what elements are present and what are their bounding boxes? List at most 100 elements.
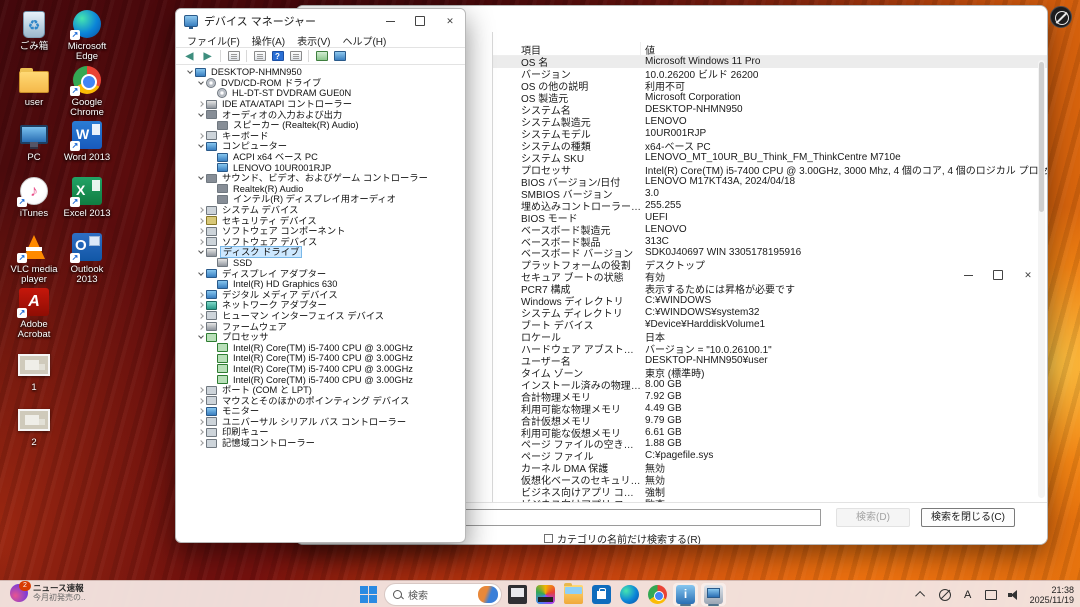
category-search-checkbox[interactable]: カテゴリの名前だけ検索する(R) xyxy=(544,531,701,545)
tree-item[interactable]: ネットワーク アダプター xyxy=(176,300,465,311)
tree-item[interactable]: キーボード xyxy=(176,131,465,142)
devmgr-close-button[interactable] xyxy=(435,9,465,33)
desktop-icon--[interactable]: ごみ箱 xyxy=(6,8,62,52)
tree-expander-icon[interactable] xyxy=(195,399,206,403)
tree-item[interactable]: LENOVO 10UR001RJP xyxy=(176,162,465,173)
devmgr-minimize-button[interactable] xyxy=(375,9,405,33)
tree-expander-icon[interactable] xyxy=(195,314,206,318)
tree-expander-icon[interactable] xyxy=(195,229,206,233)
desktop-icon-word-2013[interactable]: ↗Word 2013 xyxy=(59,119,115,163)
tree-item[interactable]: サウンド、ビデオ、およびゲーム コントローラー xyxy=(176,173,465,184)
tree-item[interactable]: Intel(R) Core(TM) i5-7400 CPU @ 3.00GHz xyxy=(176,353,465,364)
tree-item[interactable]: DESKTOP-NHMN950 xyxy=(176,67,465,78)
menu-ファイル[interactable]: ファイル(F) xyxy=(182,33,245,48)
tree-item[interactable]: プロセッサ xyxy=(176,332,465,343)
tree-expander-icon[interactable] xyxy=(195,325,206,329)
tree-item[interactable]: Intel(R) HD Graphics 630 xyxy=(176,279,465,290)
tree-expander-icon[interactable] xyxy=(195,388,206,392)
taskbar-app-edge[interactable] xyxy=(617,583,642,606)
tree-expander-icon[interactable] xyxy=(195,420,206,424)
forward-icon[interactable]: ▶ xyxy=(200,50,215,63)
tree-item[interactable]: オーディオの入力および出力 xyxy=(176,109,465,120)
tree-expander-icon[interactable] xyxy=(184,71,195,73)
tree-expander-icon[interactable] xyxy=(195,293,206,297)
tree-item[interactable]: インテル(R) ディスプレイ用オーディオ xyxy=(176,194,465,205)
taskbar-app-explorer[interactable] xyxy=(561,583,586,606)
tree-item[interactable]: セキュリティ デバイス xyxy=(176,215,465,226)
list-view-icon[interactable] xyxy=(290,51,302,61)
tree-expander-icon[interactable] xyxy=(195,177,206,179)
tree-expander-icon[interactable] xyxy=(195,82,206,84)
tree-expander-icon[interactable] xyxy=(195,134,206,138)
search-button[interactable]: 検索(D) xyxy=(836,508,910,527)
tree-expander-icon[interactable] xyxy=(195,145,206,147)
speaker-icon[interactable] xyxy=(1007,587,1021,603)
tree-expander-icon[interactable] xyxy=(195,208,206,212)
start-button[interactable] xyxy=(356,583,381,606)
tray-overflow-chevron-icon[interactable] xyxy=(915,587,929,603)
tree-item[interactable]: デジタル メディア デバイス xyxy=(176,289,465,300)
tree-expander-icon[interactable] xyxy=(195,251,206,253)
tree-item[interactable]: SSD xyxy=(176,258,465,269)
desktop-icon-adobe-acrobat[interactable]: ↗Adobe Acrobat xyxy=(6,286,62,340)
tree-item[interactable]: コンピューター xyxy=(176,141,465,152)
menu-操作[interactable]: 操作(A) xyxy=(247,33,290,48)
column-header-item[interactable]: 項目 xyxy=(493,42,641,55)
tree-item[interactable]: Intel(R) Core(TM) i5-7400 CPU @ 3.00GHz xyxy=(176,342,465,353)
taskbar-search-box[interactable]: 検索 xyxy=(384,583,502,606)
taskbar-app-devmgr[interactable] xyxy=(701,583,726,606)
back-icon[interactable]: ◀ xyxy=(182,50,197,63)
widgets-button[interactable]: ニュース速報 今月初発売の.. xyxy=(4,583,91,603)
sysinfo-scrollbar[interactable] xyxy=(1038,60,1045,498)
no-internet-icon[interactable] xyxy=(938,587,952,603)
tree-item[interactable]: ソフトウェア コンポーネント xyxy=(176,226,465,237)
tree-item[interactable]: ディスプレイ アダプター xyxy=(176,268,465,279)
search-highlight-image[interactable] xyxy=(478,586,498,603)
ime-indicator[interactable]: A xyxy=(961,587,975,603)
tree-item[interactable]: システム デバイス xyxy=(176,205,465,216)
tree-item[interactable]: DVD/CD-ROM ドライブ xyxy=(176,78,465,89)
menu-表示[interactable]: 表示(V) xyxy=(292,33,335,48)
tree-item[interactable]: モニター xyxy=(176,406,465,417)
taskbar-app-chrome[interactable] xyxy=(645,583,670,606)
tree-expander-icon[interactable] xyxy=(195,336,206,338)
tree-item[interactable]: Intel(R) Core(TM) i5-7400 CPU @ 3.00GHz xyxy=(176,364,465,375)
tree-item[interactable]: ファームウェア xyxy=(176,321,465,332)
taskbar-app-photos[interactable] xyxy=(533,583,558,606)
close-search-button[interactable]: 検索を閉じる(C) xyxy=(921,508,1015,527)
desktop-icon-2[interactable]: 2 xyxy=(6,404,62,448)
properties-icon[interactable] xyxy=(254,51,266,61)
desktop-icon-user[interactable]: user xyxy=(6,64,62,108)
tree-item[interactable]: スピーカー (Realtek(R) Audio) xyxy=(176,120,465,131)
blocked-circle-icon[interactable] xyxy=(1050,6,1072,28)
devmgr-maximize-button[interactable] xyxy=(405,9,435,33)
desktop-icon-1[interactable]: 1 xyxy=(6,349,62,393)
menu-ヘルプ[interactable]: ヘルプ(H) xyxy=(337,33,391,48)
taskbar-app-store[interactable] xyxy=(589,583,614,606)
help-icon[interactable]: ? xyxy=(272,51,284,61)
tree-item[interactable]: 記憶域コントローラー xyxy=(176,438,465,449)
tree-item[interactable]: ポート (COM と LPT) xyxy=(176,385,465,396)
tree-item[interactable]: HL-DT-ST DVDRAM GUE0N xyxy=(176,88,465,99)
checkbox-box[interactable] xyxy=(544,534,553,543)
display-icon[interactable] xyxy=(984,587,998,603)
tree-expander-icon[interactable] xyxy=(195,409,206,413)
tree-item[interactable]: Intel(R) Core(TM) i5-7400 CPU @ 3.00GHz xyxy=(176,374,465,385)
tree-expander-icon[interactable] xyxy=(195,273,206,275)
tree-item[interactable]: ディスク ドライブ xyxy=(176,247,465,258)
tree-item[interactable]: IDE ATA/ATAPI コントローラー xyxy=(176,99,465,110)
desktop-icon-excel-2013[interactable]: ↗Excel 2013 xyxy=(59,175,115,219)
tree-expander-icon[interactable] xyxy=(195,219,206,223)
desktop-icon-itunes[interactable]: ↗iTunes xyxy=(6,175,62,219)
taskbar-app-msinfo[interactable] xyxy=(673,583,698,606)
tree-expander-icon[interactable] xyxy=(195,441,206,445)
desktop-icon-pc[interactable]: PC xyxy=(6,119,62,163)
tree-item[interactable]: 印刷キュー xyxy=(176,427,465,438)
tree-expander-icon[interactable] xyxy=(195,303,206,307)
tree-item[interactable]: ヒューマン インターフェイス デバイス xyxy=(176,311,465,322)
tree-expander-icon[interactable] xyxy=(195,102,206,106)
desktop-icon-outlook-2013[interactable]: ↗Outlook 2013 xyxy=(59,231,115,285)
tree-expander-icon[interactable] xyxy=(195,114,206,116)
desktop-icon-google-chrome[interactable]: ↗Google Chrome xyxy=(59,64,115,118)
scan-hardware-icon[interactable] xyxy=(316,51,328,61)
